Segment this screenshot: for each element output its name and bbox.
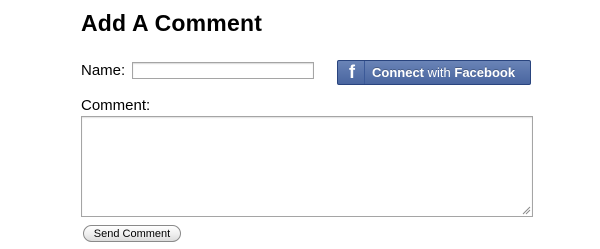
- comment-label: Comment:: [81, 97, 151, 114]
- facebook-button-text: Connect with Facebook: [365, 65, 515, 80]
- name-input[interactable]: [132, 62, 314, 79]
- facebook-button-connect: Connect: [372, 65, 424, 80]
- resize-handle-icon[interactable]: [521, 205, 531, 215]
- facebook-f-icon: f: [340, 61, 365, 84]
- send-comment-button[interactable]: Send Comment: [83, 225, 181, 242]
- facebook-button-with: with: [427, 65, 451, 80]
- facebook-button-brand: Facebook: [454, 65, 516, 80]
- comment-textarea[interactable]: [81, 116, 533, 217]
- name-label: Name:: [81, 62, 126, 79]
- form-title: Add A Comment: [81, 10, 263, 36]
- connect-with-facebook-button[interactable]: f Connect with Facebook: [337, 60, 531, 85]
